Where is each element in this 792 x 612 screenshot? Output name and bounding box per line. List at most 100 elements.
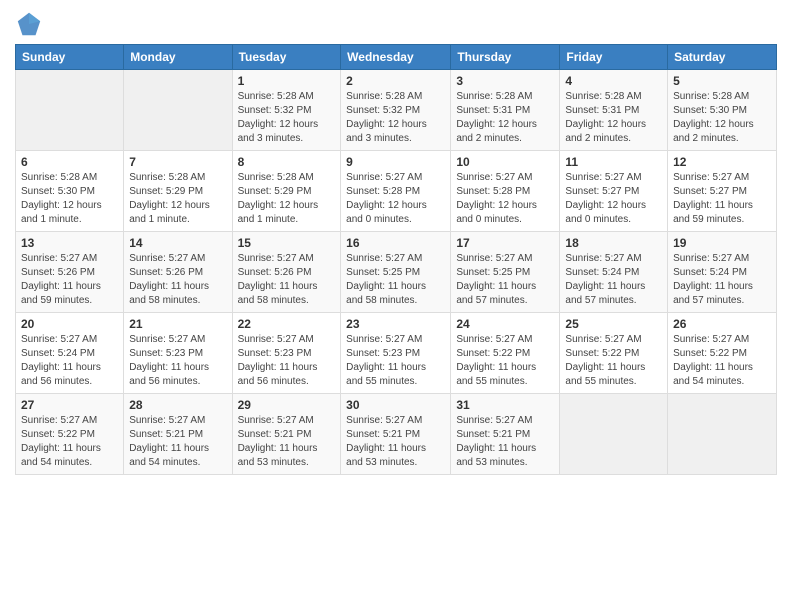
calendar-week-row: 13 Sunrise: 5:27 AM Sunset: 5:26 PM Dayl… — [16, 232, 777, 313]
sunset-text: Sunset: 5:25 PM — [456, 267, 530, 278]
sunset-text: Sunset: 5:26 PM — [129, 267, 203, 278]
calendar-cell: 16 Sunrise: 5:27 AM Sunset: 5:25 PM Dayl… — [341, 232, 451, 313]
day-info: Sunrise: 5:28 AM Sunset: 5:30 PM Dayligh… — [21, 171, 118, 227]
sunrise-text: Sunrise: 5:28 AM — [21, 172, 97, 183]
sunset-text: Sunset: 5:25 PM — [346, 267, 420, 278]
day-info: Sunrise: 5:27 AM Sunset: 5:22 PM Dayligh… — [673, 333, 771, 389]
calendar-cell: 30 Sunrise: 5:27 AM Sunset: 5:21 PM Dayl… — [341, 394, 451, 475]
sunrise-text: Sunrise: 5:27 AM — [238, 334, 314, 345]
day-info: Sunrise: 5:27 AM Sunset: 5:25 PM Dayligh… — [346, 252, 445, 308]
calendar-cell — [124, 70, 232, 151]
day-number: 31 — [456, 398, 554, 412]
sunset-text: Sunset: 5:32 PM — [346, 105, 420, 116]
day-info: Sunrise: 5:28 AM Sunset: 5:31 PM Dayligh… — [456, 90, 554, 146]
daylight-text: Daylight: 11 hours and 56 minutes. — [129, 362, 209, 387]
calendar-cell: 3 Sunrise: 5:28 AM Sunset: 5:31 PM Dayli… — [451, 70, 560, 151]
daylight-text: Daylight: 12 hours and 2 minutes. — [456, 119, 537, 144]
day-number: 11 — [565, 155, 662, 169]
day-info: Sunrise: 5:28 AM Sunset: 5:32 PM Dayligh… — [238, 90, 336, 146]
day-info: Sunrise: 5:28 AM Sunset: 5:29 PM Dayligh… — [238, 171, 336, 227]
day-number: 12 — [673, 155, 771, 169]
daylight-text: Daylight: 11 hours and 53 minutes. — [456, 443, 536, 468]
day-number: 30 — [346, 398, 445, 412]
col-sunday: Sunday — [16, 45, 124, 70]
daylight-text: Daylight: 11 hours and 53 minutes. — [346, 443, 426, 468]
sunset-text: Sunset: 5:32 PM — [238, 105, 312, 116]
sunset-text: Sunset: 5:22 PM — [565, 348, 639, 359]
calendar-cell: 8 Sunrise: 5:28 AM Sunset: 5:29 PM Dayli… — [232, 151, 341, 232]
daylight-text: Daylight: 12 hours and 0 minutes. — [565, 200, 646, 225]
calendar-week-row: 6 Sunrise: 5:28 AM Sunset: 5:30 PM Dayli… — [16, 151, 777, 232]
calendar-cell — [16, 70, 124, 151]
day-number: 26 — [673, 317, 771, 331]
day-number: 20 — [21, 317, 118, 331]
day-info: Sunrise: 5:27 AM Sunset: 5:23 PM Dayligh… — [238, 333, 336, 389]
daylight-text: Daylight: 11 hours and 58 minutes. — [129, 281, 209, 306]
calendar-week-row: 1 Sunrise: 5:28 AM Sunset: 5:32 PM Dayli… — [16, 70, 777, 151]
calendar-cell: 2 Sunrise: 5:28 AM Sunset: 5:32 PM Dayli… — [341, 70, 451, 151]
calendar-cell: 1 Sunrise: 5:28 AM Sunset: 5:32 PM Dayli… — [232, 70, 341, 151]
daylight-text: Daylight: 12 hours and 1 minute. — [21, 200, 102, 225]
day-info: Sunrise: 5:27 AM Sunset: 5:28 PM Dayligh… — [456, 171, 554, 227]
daylight-text: Daylight: 11 hours and 54 minutes. — [129, 443, 209, 468]
day-number: 22 — [238, 317, 336, 331]
sunrise-text: Sunrise: 5:27 AM — [673, 334, 749, 345]
daylight-text: Daylight: 11 hours and 58 minutes. — [238, 281, 318, 306]
calendar-cell: 31 Sunrise: 5:27 AM Sunset: 5:21 PM Dayl… — [451, 394, 560, 475]
sunrise-text: Sunrise: 5:28 AM — [129, 172, 205, 183]
calendar-cell: 4 Sunrise: 5:28 AM Sunset: 5:31 PM Dayli… — [560, 70, 668, 151]
col-friday: Friday — [560, 45, 668, 70]
day-number: 25 — [565, 317, 662, 331]
day-info: Sunrise: 5:27 AM Sunset: 5:26 PM Dayligh… — [238, 252, 336, 308]
sunset-text: Sunset: 5:31 PM — [565, 105, 639, 116]
day-number: 10 — [456, 155, 554, 169]
sunset-text: Sunset: 5:22 PM — [673, 348, 747, 359]
sunset-text: Sunset: 5:30 PM — [673, 105, 747, 116]
calendar-cell: 7 Sunrise: 5:28 AM Sunset: 5:29 PM Dayli… — [124, 151, 232, 232]
day-info: Sunrise: 5:27 AM Sunset: 5:27 PM Dayligh… — [565, 171, 662, 227]
calendar-cell: 29 Sunrise: 5:27 AM Sunset: 5:21 PM Dayl… — [232, 394, 341, 475]
calendar-week-row: 27 Sunrise: 5:27 AM Sunset: 5:22 PM Dayl… — [16, 394, 777, 475]
daylight-text: Daylight: 11 hours and 56 minutes. — [238, 362, 318, 387]
sunrise-text: Sunrise: 5:27 AM — [346, 334, 422, 345]
day-info: Sunrise: 5:28 AM Sunset: 5:29 PM Dayligh… — [129, 171, 226, 227]
calendar-cell — [560, 394, 668, 475]
sunset-text: Sunset: 5:24 PM — [673, 267, 747, 278]
day-number: 3 — [456, 74, 554, 88]
day-number: 27 — [21, 398, 118, 412]
calendar-cell: 11 Sunrise: 5:27 AM Sunset: 5:27 PM Dayl… — [560, 151, 668, 232]
daylight-text: Daylight: 12 hours and 0 minutes. — [456, 200, 537, 225]
daylight-text: Daylight: 11 hours and 57 minutes. — [456, 281, 536, 306]
calendar-cell: 5 Sunrise: 5:28 AM Sunset: 5:30 PM Dayli… — [668, 70, 777, 151]
calendar-body: 1 Sunrise: 5:28 AM Sunset: 5:32 PM Dayli… — [16, 70, 777, 475]
sunrise-text: Sunrise: 5:27 AM — [456, 253, 532, 264]
calendar-cell: 24 Sunrise: 5:27 AM Sunset: 5:22 PM Dayl… — [451, 313, 560, 394]
day-number: 29 — [238, 398, 336, 412]
sunrise-text: Sunrise: 5:28 AM — [238, 91, 314, 102]
day-info: Sunrise: 5:27 AM Sunset: 5:24 PM Dayligh… — [673, 252, 771, 308]
sunset-text: Sunset: 5:29 PM — [129, 186, 203, 197]
sunrise-text: Sunrise: 5:27 AM — [21, 415, 97, 426]
daylight-text: Daylight: 11 hours and 54 minutes. — [673, 362, 753, 387]
sunrise-text: Sunrise: 5:27 AM — [346, 253, 422, 264]
day-info: Sunrise: 5:27 AM Sunset: 5:27 PM Dayligh… — [673, 171, 771, 227]
daylight-text: Daylight: 11 hours and 58 minutes. — [346, 281, 426, 306]
day-info: Sunrise: 5:27 AM Sunset: 5:23 PM Dayligh… — [129, 333, 226, 389]
page-header — [15, 10, 777, 38]
calendar-cell: 26 Sunrise: 5:27 AM Sunset: 5:22 PM Dayl… — [668, 313, 777, 394]
day-number: 7 — [129, 155, 226, 169]
calendar-cell: 12 Sunrise: 5:27 AM Sunset: 5:27 PM Dayl… — [668, 151, 777, 232]
col-tuesday: Tuesday — [232, 45, 341, 70]
sunset-text: Sunset: 5:26 PM — [21, 267, 95, 278]
day-number: 23 — [346, 317, 445, 331]
sunset-text: Sunset: 5:23 PM — [346, 348, 420, 359]
day-number: 15 — [238, 236, 336, 250]
day-number: 21 — [129, 317, 226, 331]
sunrise-text: Sunrise: 5:27 AM — [129, 334, 205, 345]
daylight-text: Daylight: 11 hours and 55 minutes. — [346, 362, 426, 387]
sunset-text: Sunset: 5:24 PM — [565, 267, 639, 278]
day-number: 16 — [346, 236, 445, 250]
day-info: Sunrise: 5:28 AM Sunset: 5:32 PM Dayligh… — [346, 90, 445, 146]
day-info: Sunrise: 5:27 AM Sunset: 5:28 PM Dayligh… — [346, 171, 445, 227]
daylight-text: Daylight: 11 hours and 56 minutes. — [21, 362, 101, 387]
